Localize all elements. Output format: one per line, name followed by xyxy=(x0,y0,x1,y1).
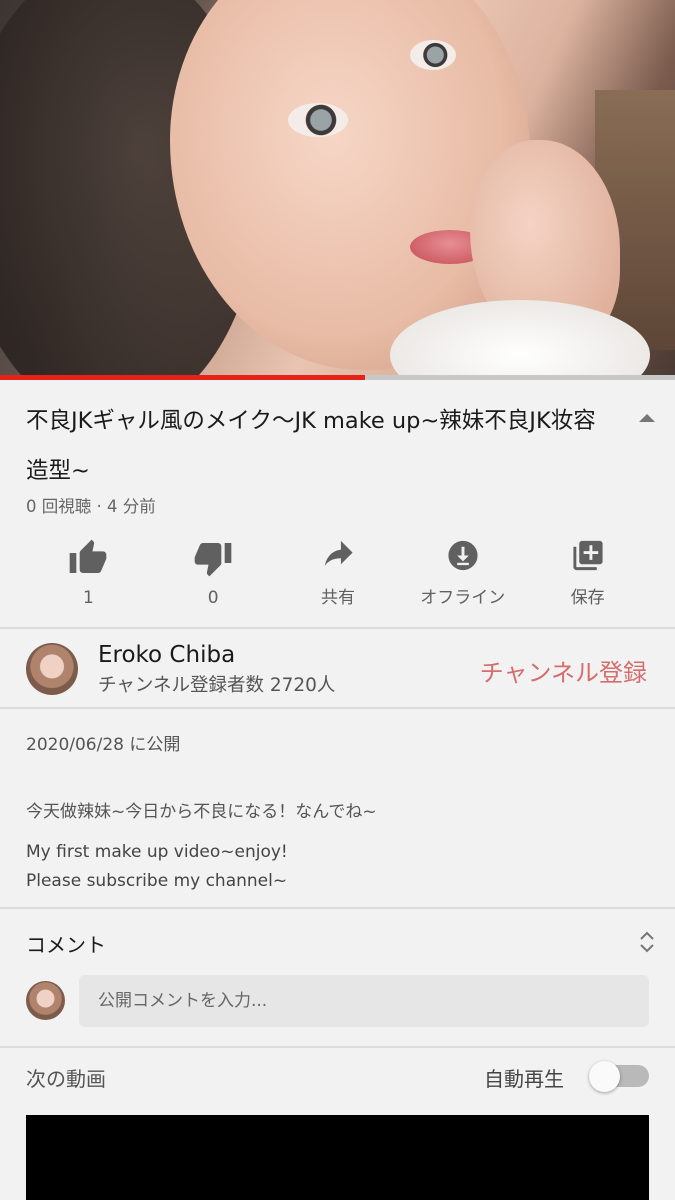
channel-name[interactable]: Eroko Chiba xyxy=(98,642,235,668)
like-count: 1 xyxy=(82,588,94,608)
offline-label: オフライン xyxy=(420,588,506,608)
share-label: 共有 xyxy=(320,588,355,608)
channel-avatar[interactable] xyxy=(26,643,78,695)
description-line: 今天做辣妹~今日から不良になる！なんでね~ xyxy=(26,802,377,822)
offline-button[interactable]: オフライン xyxy=(400,538,525,608)
share-icon xyxy=(324,540,353,566)
video-actions-row: 1 0 共有 オフライン 保存 xyxy=(26,538,650,608)
channel-subscriber-count: チャンネル登録者数 2720人 xyxy=(98,675,336,696)
description-line: Please subscribe my channel~ xyxy=(26,871,288,891)
video-view-count: 0 回視聴 · 4 分前 xyxy=(26,497,156,516)
dislike-button[interactable]: 0 xyxy=(151,538,276,608)
autoplay-label: 自動再生 xyxy=(484,1067,564,1091)
publish-date: 2020/06/28 に公開 xyxy=(26,735,181,755)
share-button[interactable]: 共有 xyxy=(276,538,401,608)
divider xyxy=(0,907,675,909)
comments-heading: コメント xyxy=(26,933,106,957)
download-icon xyxy=(448,540,478,571)
divider xyxy=(0,707,675,709)
thumbs-down-icon xyxy=(194,543,232,577)
video-frame-eye xyxy=(288,103,348,137)
video-player[interactable] xyxy=(0,0,675,377)
video-frame-eye xyxy=(410,40,456,70)
description-line: My first make up video~enjoy! xyxy=(26,842,288,862)
video-progress-bar[interactable] xyxy=(0,375,675,380)
thumbs-up-icon xyxy=(70,539,107,573)
autoplay-toggle-knob[interactable] xyxy=(589,1061,620,1092)
save-button[interactable]: 保存 xyxy=(525,538,650,608)
up-next-heading: 次の動画 xyxy=(26,1067,106,1091)
subscribe-button[interactable]: チャンネル登録 xyxy=(480,653,647,688)
video-title-area: 不良JKギャル風のメイク〜JK make up~辣妹不良JK妆容造型~ xyxy=(26,396,606,496)
like-button[interactable]: 1 xyxy=(26,538,151,608)
divider xyxy=(0,627,675,629)
save-label: 保存 xyxy=(570,588,605,608)
playlist-add-icon xyxy=(572,540,603,571)
next-video-thumbnail[interactable] xyxy=(26,1115,649,1200)
dislike-count: 0 xyxy=(207,588,219,608)
divider xyxy=(0,1046,675,1048)
video-title: 不良JKギャル風のメイク〜JK make up~辣妹不良JK妆容造型~ xyxy=(26,408,596,484)
user-avatar xyxy=(26,981,65,1020)
collapse-details-icon[interactable] xyxy=(638,412,656,424)
sort-expand-icon[interactable] xyxy=(638,930,656,954)
comment-input[interactable] xyxy=(79,975,649,1027)
video-progress-fill xyxy=(0,375,365,380)
description-text: My first make up video~enjoy! Please sub… xyxy=(26,838,288,896)
